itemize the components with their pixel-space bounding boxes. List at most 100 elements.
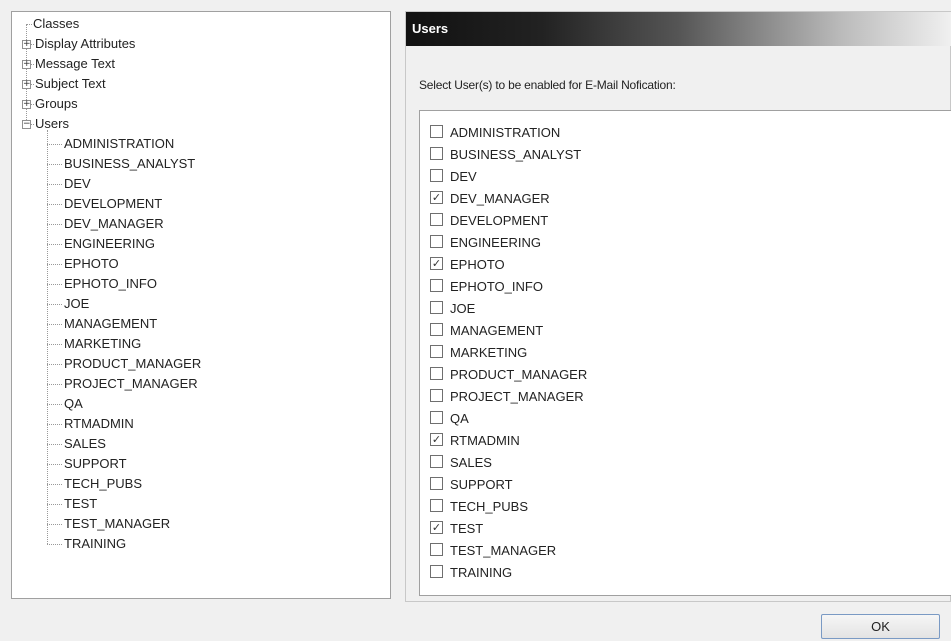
checkbox-unchecked[interactable] — [430, 499, 443, 512]
tree-node-user[interactable]: MARKETING — [64, 334, 141, 354]
checklist-item-label: MARKETING — [450, 345, 528, 360]
tree-node-user[interactable]: TECH_PUBS — [64, 474, 142, 494]
tree-node-user[interactable]: DEV — [64, 174, 91, 194]
checklist-item-label: MANAGEMENT — [450, 323, 544, 338]
expand-icon[interactable]: + — [22, 100, 31, 109]
checklist-item-label: EPHOTO — [450, 257, 505, 272]
tree-connector — [47, 424, 62, 425]
tree-node-groups[interactable]: Groups — [35, 94, 78, 114]
checkbox-unchecked[interactable] — [430, 301, 443, 314]
checkbox-unchecked[interactable] — [430, 213, 443, 226]
checklist-item-label: ENGINEERING — [450, 235, 542, 250]
checklist-item-label: QA — [450, 411, 469, 426]
tree-connector — [47, 284, 62, 285]
checklist-item-label: DEV_MANAGER — [450, 191, 550, 206]
tree-connector — [47, 304, 62, 305]
checkbox-unchecked[interactable] — [430, 411, 443, 424]
tree-node-user[interactable]: QA — [64, 394, 83, 414]
checklist-item-label: JOE — [450, 301, 476, 316]
checklist-item-label: TECH_PUBS — [450, 499, 529, 514]
checkbox-unchecked[interactable] — [430, 543, 443, 556]
checkbox-checked[interactable]: ✓ — [430, 521, 443, 534]
tree-node-user[interactable]: ENGINEERING — [64, 234, 155, 254]
expand-icon[interactable]: + — [22, 60, 31, 69]
tree-connector — [31, 104, 34, 105]
tree-connector — [47, 204, 62, 205]
tree-connector — [47, 144, 62, 145]
checkbox-unchecked[interactable] — [430, 323, 443, 336]
tree-connector — [31, 84, 34, 85]
checkbox-unchecked[interactable] — [430, 565, 443, 578]
tree-node-user[interactable]: TRAINING — [64, 534, 126, 554]
checklist-item-label: PROJECT_MANAGER — [450, 389, 584, 404]
tree-node-user[interactable]: DEV_MANAGER — [64, 214, 164, 234]
checklist-item-label: PRODUCT_MANAGER — [450, 367, 588, 382]
tree-connector — [31, 64, 34, 65]
tree-node-user[interactable]: MANAGEMENT — [64, 314, 157, 334]
tree-node-message-text[interactable]: Message Text — [35, 54, 115, 74]
expand-icon[interactable]: + — [22, 80, 31, 89]
checkbox-checked[interactable]: ✓ — [430, 257, 443, 270]
tree-connector — [47, 524, 62, 525]
checklist-item-label: DEV — [450, 169, 477, 184]
tree-connector — [47, 130, 48, 544]
tree-node-user[interactable]: SALES — [64, 434, 106, 454]
tree-connector — [47, 384, 62, 385]
checklist-item-label: SALES — [450, 455, 492, 470]
checkbox-unchecked[interactable] — [430, 169, 443, 182]
checklist-item-label: EPHOTO_INFO — [450, 279, 543, 294]
tree-connector — [47, 464, 62, 465]
tree-connector — [47, 404, 62, 405]
checkbox-unchecked[interactable] — [430, 279, 443, 292]
checklist-item-label: ADMINISTRATION — [450, 125, 561, 140]
users-panel: Users Select User(s) to be enabled for E… — [405, 11, 951, 602]
tree-connector — [47, 444, 62, 445]
tree-node-user[interactable]: PRODUCT_MANAGER — [64, 354, 201, 374]
checkbox-unchecked[interactable] — [430, 345, 443, 358]
checkbox-unchecked[interactable] — [430, 455, 443, 468]
tree-node-classes[interactable]: Classes — [33, 14, 79, 34]
checkbox-unchecked[interactable] — [430, 477, 443, 490]
user-checklist[interactable]: ADMINISTRATION BUSINESS_ANALYST DEV ✓ DEV_MA… — [419, 110, 951, 596]
tree-connector — [47, 244, 62, 245]
checklist-item-label: DEVELOPMENT — [450, 213, 549, 228]
class-tree[interactable]: Classes + Display Attributes + Message Text +… — [11, 11, 391, 599]
checkbox-checked[interactable]: ✓ — [430, 191, 443, 204]
checklist-item-label: TEST_MANAGER — [450, 543, 557, 558]
checkbox-unchecked[interactable] — [430, 147, 443, 160]
tree-connector — [47, 324, 62, 325]
tree-node-user[interactable]: ADMINISTRATION — [64, 134, 174, 154]
tree-node-user[interactable]: RTMADMIN — [64, 414, 134, 434]
checkbox-checked[interactable]: ✓ — [430, 433, 443, 446]
tree-node-user[interactable]: SUPPORT — [64, 454, 127, 474]
tree-node-user[interactable]: JOE — [64, 294, 89, 314]
checklist-item-label: SUPPORT — [450, 477, 513, 492]
tree-node-users[interactable]: Users — [35, 114, 69, 134]
tree-connector — [31, 44, 34, 45]
tree-node-user[interactable]: EPHOTO — [64, 254, 119, 274]
ok-button[interactable]: OK — [821, 614, 940, 639]
checklist-item-label: RTMADMIN — [450, 433, 520, 448]
checklist-item-label: TEST — [450, 521, 484, 536]
tree-node-user[interactable]: TEST_MANAGER — [64, 514, 170, 534]
checkbox-unchecked[interactable] — [430, 389, 443, 402]
tree-connector — [47, 164, 62, 165]
tree-node-user[interactable]: TEST — [64, 494, 97, 514]
tree-connector — [47, 344, 62, 345]
collapse-icon[interactable]: − — [22, 120, 31, 129]
tree-node-user[interactable]: PROJECT_MANAGER — [64, 374, 198, 394]
expand-icon[interactable]: + — [22, 40, 31, 49]
tree-connector — [47, 484, 62, 485]
tree-node-user[interactable]: BUSINESS_ANALYST — [64, 154, 195, 174]
tree-connector — [47, 504, 62, 505]
checkbox-unchecked[interactable] — [430, 367, 443, 380]
tree-node-user[interactable]: EPHOTO_INFO — [64, 274, 157, 294]
tree-node-subject-text[interactable]: Subject Text — [35, 74, 106, 94]
tree-connector — [31, 124, 34, 125]
tree-node-display-attributes[interactable]: Display Attributes — [35, 34, 135, 54]
checkbox-unchecked[interactable] — [430, 125, 443, 138]
checkbox-unchecked[interactable] — [430, 235, 443, 248]
tree-connector — [47, 224, 62, 225]
tree-connector — [47, 544, 62, 545]
tree-node-user[interactable]: DEVELOPMENT — [64, 194, 162, 214]
